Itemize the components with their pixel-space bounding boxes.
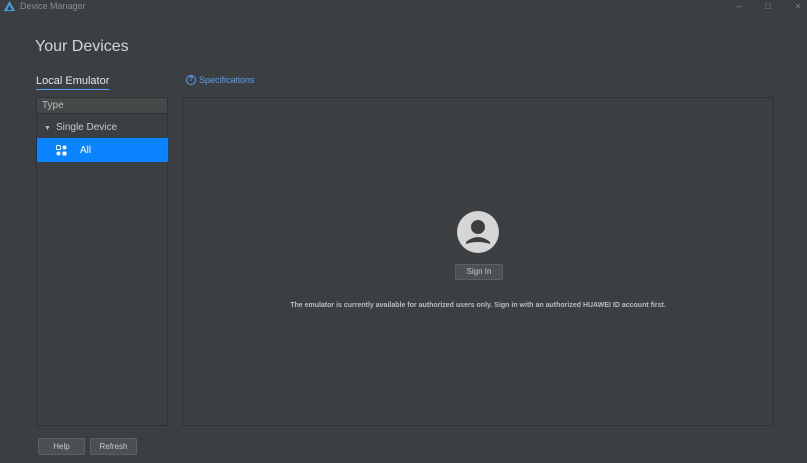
user-avatar-icon — [457, 211, 499, 253]
maximize-button[interactable]: □ — [757, 0, 779, 13]
help-button[interactable]: Help — [38, 438, 85, 455]
title-bar: Device Manager – □ × — [0, 0, 807, 13]
grid-apps-icon — [56, 144, 67, 155]
app-logo-icon — [4, 1, 15, 11]
question-circle-icon: ? — [186, 75, 196, 85]
tree-header: Type — [37, 98, 167, 114]
emulator-content-panel: Sign In The emulator is currently availa… — [182, 97, 774, 426]
device-type-tree: Type ▼ Single Device All — [36, 97, 168, 426]
triangle-down-icon[interactable]: ▼ — [44, 125, 51, 132]
tree-item-all[interactable]: All — [37, 138, 168, 162]
tab-local-emulator[interactable]: Local Emulator — [36, 75, 110, 90]
close-button[interactable]: × — [787, 0, 807, 13]
tree-item-label: All — [80, 144, 92, 156]
specifications-link-label: Specifications — [199, 75, 255, 85]
tree-group-label: Single Device — [55, 122, 118, 133]
specifications-link[interactable]: ? Specifications — [186, 75, 255, 85]
minimize-button[interactable]: – — [728, 0, 750, 13]
tree-group-single-device[interactable]: ▼ Single Device — [37, 120, 167, 136]
sign-in-button[interactable]: Sign In — [455, 264, 503, 280]
authorization-notice: The emulator is currently available for … — [290, 302, 666, 309]
page-title: Your Devices — [35, 38, 129, 55]
window-title: Device Manager — [20, 1, 86, 11]
refresh-button[interactable]: Refresh — [90, 438, 137, 455]
